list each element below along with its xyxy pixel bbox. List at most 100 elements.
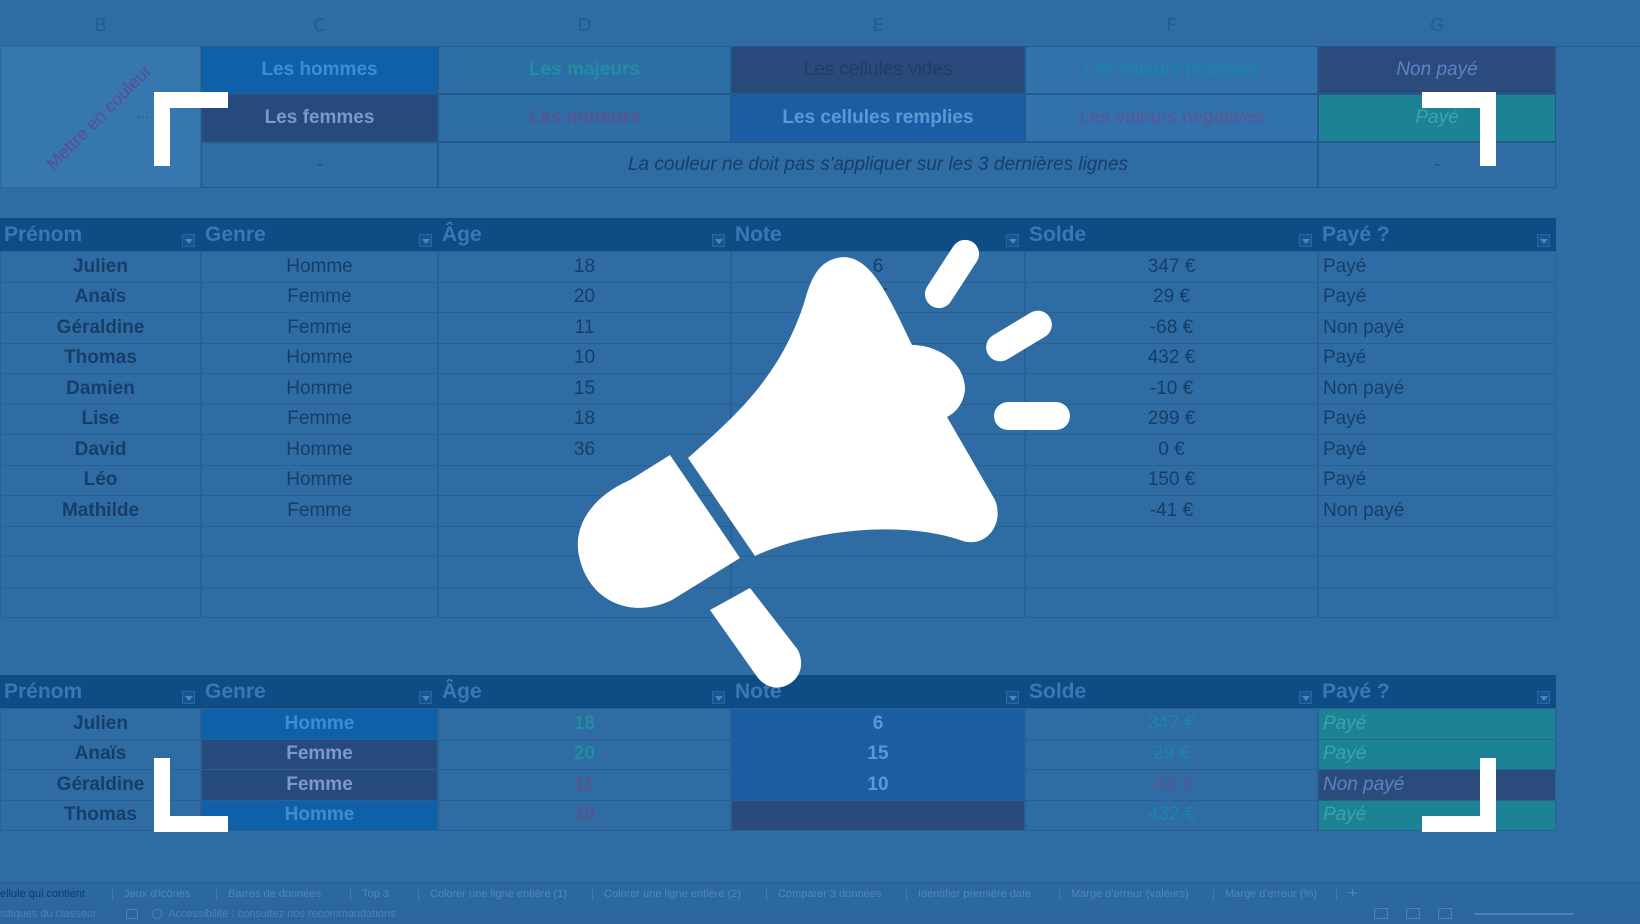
table1-cell-note[interactable] <box>731 373 1025 405</box>
sheet-tab[interactable]: Comparer 3 données <box>778 883 881 905</box>
table2-cell-solde[interactable]: 432 € <box>1025 799 1318 831</box>
legend-dash-left[interactable]: - <box>201 142 438 188</box>
table1-cell-prenom[interactable]: Mathilde <box>0 495 201 527</box>
table2-cell-prenom[interactable]: Géraldine <box>0 769 201 801</box>
table1-cell-note[interactable]: 6 <box>731 251 1025 283</box>
legend-filled-cells[interactable]: Les cellules remplies <box>731 94 1025 142</box>
column-header-d[interactable]: D <box>438 0 731 46</box>
table1-cell-genre[interactable]: Homme <box>201 464 438 496</box>
table1-cell-prenom[interactable]: Anaïs <box>0 281 201 313</box>
table2-cell-paye[interactable]: Payé <box>1318 799 1556 831</box>
table2-header-age[interactable]: Âge <box>438 675 731 709</box>
table1-cell-solde[interactable]: 432 € <box>1025 342 1318 374</box>
table1-cell-prenom[interactable]: Thomas <box>0 342 201 374</box>
table1-cell-note[interactable] <box>731 403 1025 435</box>
table2-cell-note[interactable]: 6 <box>731 708 1025 740</box>
table1-cell-genre[interactable]: Homme <box>201 251 438 283</box>
table2-cell-solde[interactable]: 29 € <box>1025 738 1318 770</box>
status-accessibility[interactable]: Accessibilité : consultez nos recommanda… <box>168 904 395 924</box>
table1-cell-prenom[interactable]: Géraldine <box>0 312 201 344</box>
table1-cell-prenom[interactable]: David <box>0 434 201 466</box>
legend-empty-cells[interactable]: Les cellules vides <box>731 46 1025 94</box>
table2-header-note[interactable]: Note <box>731 675 1025 709</box>
table1-cell-note[interactable] <box>731 586 1025 618</box>
table1-cell-paye[interactable]: Payé <box>1318 434 1556 466</box>
table2-filter-dropdown-icon[interactable] <box>182 691 195 704</box>
legend-note[interactable]: La couleur ne doit pas s'appliquer sur l… <box>438 142 1318 188</box>
table1-cell-prenom[interactable]: Damien <box>0 373 201 405</box>
table1-filter-dropdown-icon[interactable] <box>1537 234 1550 247</box>
column-header-e[interactable]: E <box>731 0 1025 46</box>
table1-cell-solde[interactable] <box>1025 525 1318 557</box>
table1-filter-dropdown-icon[interactable] <box>419 234 432 247</box>
table1-cell-age[interactable]: 36 <box>438 434 731 466</box>
sheet-tab[interactable]: Colorer une ligne entière (1) <box>430 883 567 905</box>
legend-dash-right[interactable]: - <box>1318 142 1556 188</box>
table1-cell-note[interactable]: 4 <box>731 495 1025 527</box>
table2-cell-note[interactable]: 15 <box>731 738 1025 770</box>
table2-cell-solde[interactable]: 347 € <box>1025 708 1318 740</box>
table1-header-prenom[interactable]: Prénom <box>0 218 201 252</box>
legend-negative-values[interactable]: Les valeurs négatives <box>1025 94 1318 142</box>
column-header-f[interactable]: F <box>1025 0 1318 46</box>
table1-cell-genre[interactable]: Homme <box>201 373 438 405</box>
table1-cell-genre[interactable]: Femme <box>201 281 438 313</box>
legend-men[interactable]: Les hommes <box>201 46 438 94</box>
table2-filter-dropdown-icon[interactable] <box>1537 691 1550 704</box>
table2-header-solde[interactable]: Solde <box>1025 675 1318 709</box>
column-header-g[interactable]: G <box>1318 0 1556 46</box>
table1-cell-age[interactable] <box>438 464 731 496</box>
page-layout-view-icon[interactable] <box>1406 908 1420 919</box>
table1-cell-paye[interactable] <box>1318 525 1556 557</box>
status-workbook-stats[interactable]: istiques du classeur <box>0 904 97 924</box>
legend-unpaid[interactable]: Non payé <box>1318 46 1556 94</box>
table1-cell-age[interactable] <box>438 525 731 557</box>
table1-cell-paye[interactable]: Payé <box>1318 251 1556 283</box>
table1-filter-dropdown-icon[interactable] <box>712 234 725 247</box>
table1-cell-solde[interactable] <box>1025 586 1318 618</box>
table2-cell-genre[interactable]: Femme <box>201 738 438 770</box>
sheet-tab[interactable]: Barres de données <box>228 883 321 905</box>
table1-cell-note[interactable] <box>731 525 1025 557</box>
zoom-slider[interactable] <box>1474 913 1574 915</box>
table1-cell-genre[interactable]: Homme <box>201 342 438 374</box>
legend-women[interactable]: Les femmes <box>201 94 438 142</box>
table2-cell-note[interactable] <box>731 799 1025 831</box>
table1-header-age[interactable]: Âge <box>438 218 731 252</box>
table2-cell-age[interactable]: 10 <box>438 799 731 831</box>
table1-cell-genre[interactable] <box>201 586 438 618</box>
table1-cell-solde[interactable]: 0 € <box>1025 434 1318 466</box>
table2-cell-prenom[interactable]: Julien <box>0 708 201 740</box>
table1-header-paye[interactable]: Payé ? <box>1318 218 1556 252</box>
table1-cell-solde[interactable]: 347 € <box>1025 251 1318 283</box>
table2-cell-prenom[interactable]: Thomas <box>0 799 201 831</box>
table2-cell-age[interactable]: 18 <box>438 708 731 740</box>
column-header-c[interactable]: C <box>201 0 438 46</box>
table2-cell-prenom[interactable]: Anaïs <box>0 738 201 770</box>
table1-cell-paye[interactable]: Payé <box>1318 464 1556 496</box>
table2-cell-note[interactable]: 10 <box>731 769 1025 801</box>
table2-filter-dropdown-icon[interactable] <box>1299 691 1312 704</box>
table1-cell-age[interactable]: 18 <box>438 403 731 435</box>
legend-paid[interactable]: Payé <box>1318 94 1556 142</box>
table1-cell-solde[interactable]: 299 € <box>1025 403 1318 435</box>
sheet-tab[interactable]: Marge d'erreur (%) <box>1225 883 1317 905</box>
sheet-tab[interactable]: Marge d'erreur (valeurs) <box>1071 883 1189 905</box>
add-sheet-button[interactable]: + <box>1348 883 1357 905</box>
table2-filter-dropdown-icon[interactable] <box>712 691 725 704</box>
table1-cell-solde[interactable] <box>1025 556 1318 588</box>
accessibility-icon[interactable] <box>152 909 162 919</box>
table1-cell-genre[interactable] <box>201 556 438 588</box>
sheet-tab[interactable]: Jeux d'icônes <box>124 883 190 905</box>
column-header-b[interactable]: B <box>0 0 201 46</box>
table1-cell-paye[interactable]: Payé <box>1318 403 1556 435</box>
table2-header-prenom[interactable]: Prénom <box>0 675 201 709</box>
table1-cell-age[interactable] <box>438 556 731 588</box>
legend-minors[interactable]: Les mineurs <box>438 94 731 142</box>
table1-cell-solde[interactable]: -68 € <box>1025 312 1318 344</box>
table1-cell-paye[interactable] <box>1318 556 1556 588</box>
legend-label-cell[interactable]: Mettre en couleur ... <box>0 46 201 188</box>
table1-cell-note[interactable] <box>731 342 1025 374</box>
table2-filter-dropdown-icon[interactable] <box>1006 691 1019 704</box>
sheet-tab[interactable]: Identifier première date <box>918 883 1031 905</box>
